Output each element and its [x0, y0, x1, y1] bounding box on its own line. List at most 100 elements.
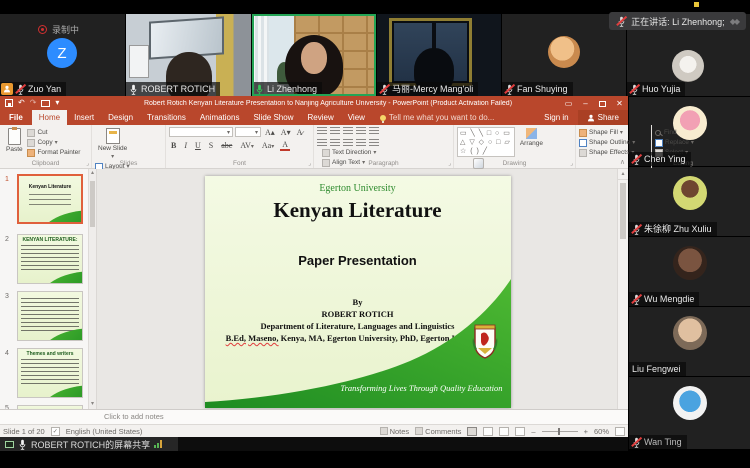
- cut-button[interactable]: Cut: [27, 128, 80, 137]
- spell-check-icon[interactable]: ✓: [51, 427, 60, 436]
- copy-button[interactable]: Copy▾: [27, 138, 80, 147]
- editor-scrollbar[interactable]: ▴: [617, 169, 628, 409]
- font-color-button[interactable]: A: [280, 140, 290, 151]
- dialog-launcher-icon[interactable]: ⌟: [448, 160, 451, 167]
- video-tile-li-zhenhong[interactable]: Li Zhenhong: [252, 14, 376, 96]
- clear-formatting-button[interactable]: A̷: [295, 128, 305, 137]
- bullets-icon[interactable]: [317, 127, 327, 135]
- video-tile-robert-rotich[interactable]: ROBERT ROTICH: [126, 14, 251, 96]
- tab-home[interactable]: Home: [32, 110, 67, 125]
- ribbon-display-options-icon[interactable]: ▭: [560, 96, 577, 110]
- line-spacing-icon[interactable]: [369, 127, 379, 135]
- justify-icon[interactable]: [356, 139, 366, 147]
- video-tile-liu-fengwei[interactable]: Liu Fengwei: [629, 307, 750, 376]
- undo-icon[interactable]: ↶: [18, 99, 25, 107]
- shapes-gallery[interactable]: ▭ ╲ ╲ □ ○ ▭ △ ▽ ◇ ○ □ ▱ ☆ ( ) ╱: [457, 127, 515, 157]
- sign-in-button[interactable]: Sign in: [535, 110, 577, 125]
- decrease-indent-icon[interactable]: [343, 127, 353, 135]
- slide-thumbnail-1[interactable]: Kenyan Literature: [17, 174, 83, 224]
- shape-outline-button[interactable]: Shape Outline▾: [579, 138, 635, 147]
- collapse-ribbon-icon[interactable]: ∧: [620, 158, 625, 166]
- align-left-icon[interactable]: [317, 139, 327, 147]
- change-case-button[interactable]: Aa▾: [260, 141, 276, 150]
- shrink-font-button[interactable]: A▾: [279, 128, 293, 137]
- group-label: Clipboard: [0, 160, 91, 167]
- video-tile-mercy[interactable]: 马丽-Mercy Mang'oli: [377, 14, 501, 96]
- bold-button[interactable]: B: [169, 141, 178, 150]
- tab-view[interactable]: View: [341, 110, 372, 125]
- scroll-down-icon[interactable]: ▾: [89, 400, 96, 409]
- format-painter-button[interactable]: Format Painter: [27, 148, 80, 157]
- tab-slide-show[interactable]: Slide Show: [246, 110, 300, 125]
- tell-me-box[interactable]: Tell me what you want to do...: [372, 110, 502, 125]
- dialog-launcher-icon[interactable]: ⌟: [308, 160, 311, 167]
- slide-thumbnail-2[interactable]: KENYAN LITERATURE:: [17, 234, 83, 284]
- video-tile-wan-ting[interactable]: Wan Ting: [629, 377, 750, 449]
- tab-design[interactable]: Design: [101, 110, 140, 125]
- scrollbar-thumb[interactable]: [620, 183, 626, 239]
- slide-thumbnail-3[interactable]: [17, 291, 83, 341]
- notes-toggle[interactable]: Notes: [380, 427, 410, 436]
- new-slide-button[interactable]: New Slide ▾: [95, 127, 130, 161]
- dialog-launcher-icon[interactable]: ⌟: [570, 160, 573, 167]
- zoom-in-icon[interactable]: +: [584, 427, 588, 436]
- scroll-up-icon[interactable]: ▴: [89, 169, 96, 178]
- increase-indent-icon[interactable]: [356, 127, 366, 135]
- video-tile-wu-mengdie[interactable]: Wu Mengdie: [629, 237, 750, 306]
- reading-view-icon[interactable]: [499, 427, 509, 436]
- grow-font-button[interactable]: A▴: [263, 128, 277, 137]
- shape-effects-button[interactable]: Shape Effects▾: [579, 148, 635, 157]
- tab-animations[interactable]: Animations: [193, 110, 247, 125]
- slide-sorter-view-icon[interactable]: [483, 427, 493, 436]
- tab-transitions[interactable]: Transitions: [140, 110, 193, 125]
- video-tile-zhu-xuliu[interactable]: 朱徐柳 Zhu Xuliu: [629, 167, 750, 236]
- shape-fill-button[interactable]: Shape Fill▾: [579, 128, 635, 137]
- tab-insert[interactable]: Insert: [67, 110, 101, 125]
- align-center-icon[interactable]: [330, 139, 340, 147]
- scroll-up-icon[interactable]: ▴: [618, 169, 628, 180]
- fit-to-window-icon[interactable]: [615, 427, 625, 436]
- minimize-icon[interactable]: –: [577, 96, 594, 110]
- arrange-button[interactable]: Arrange: [517, 127, 546, 148]
- language-indicator[interactable]: English (United States): [66, 427, 143, 436]
- scrollbar-thumb[interactable]: [90, 181, 95, 227]
- dialog-launcher-icon[interactable]: ⌟: [86, 160, 89, 167]
- slide-canvas[interactable]: Egerton University Kenyan Literature Pap…: [205, 176, 511, 408]
- restore-icon[interactable]: [594, 96, 611, 110]
- zoom-out-icon[interactable]: –: [531, 427, 535, 436]
- font-size-select[interactable]: ▾: [235, 127, 261, 137]
- slideshow-view-icon[interactable]: [515, 427, 525, 436]
- find-button[interactable]: Find: [655, 128, 694, 137]
- font-name-select[interactable]: ▾: [169, 127, 233, 137]
- video-tile-fan-shuying[interactable]: Fan Shuying: [502, 14, 626, 96]
- zoom-level[interactable]: 60%: [594, 427, 609, 436]
- comments-toggle[interactable]: Comments: [415, 427, 461, 436]
- align-right-icon[interactable]: [343, 139, 353, 147]
- redo-icon[interactable]: ↷: [30, 99, 37, 107]
- strikethrough-button[interactable]: abc: [219, 141, 234, 150]
- tab-review[interactable]: Review: [300, 110, 340, 125]
- share-button[interactable]: Share: [578, 110, 628, 125]
- text-direction-button[interactable]: Text Direction▾: [322, 148, 394, 157]
- numbering-icon[interactable]: [330, 127, 340, 135]
- paste-button[interactable]: Paste: [3, 127, 26, 154]
- text-shadow-button[interactable]: S: [207, 141, 215, 150]
- underline-button[interactable]: U: [193, 141, 203, 150]
- slide-thumbnail-4[interactable]: Themes and writers: [17, 348, 83, 398]
- zoom-slider-thumb[interactable]: [558, 428, 560, 435]
- zoom-slider[interactable]: [542, 431, 578, 432]
- slideshow-icon[interactable]: [41, 100, 50, 107]
- tab-file[interactable]: File: [0, 110, 32, 125]
- close-icon[interactable]: ✕: [611, 96, 628, 110]
- columns-icon[interactable]: [369, 139, 379, 147]
- save-icon[interactable]: [5, 99, 13, 107]
- thumbnails-scrollbar[interactable]: ▴ ▾: [88, 169, 96, 409]
- video-tile-zuo-yan[interactable]: 录制中 Z Zuo Yan: [0, 14, 125, 96]
- notes-pane[interactable]: Click to add notes: [0, 409, 628, 424]
- qat-dropdown-icon[interactable]: ▾: [55, 99, 59, 107]
- replace-button[interactable]: Replace▾: [655, 138, 694, 147]
- normal-view-icon[interactable]: [467, 427, 477, 436]
- thumb-swoosh: [42, 271, 83, 284]
- character-spacing-button[interactable]: AV▾: [238, 141, 256, 150]
- italic-button[interactable]: I: [182, 141, 189, 150]
